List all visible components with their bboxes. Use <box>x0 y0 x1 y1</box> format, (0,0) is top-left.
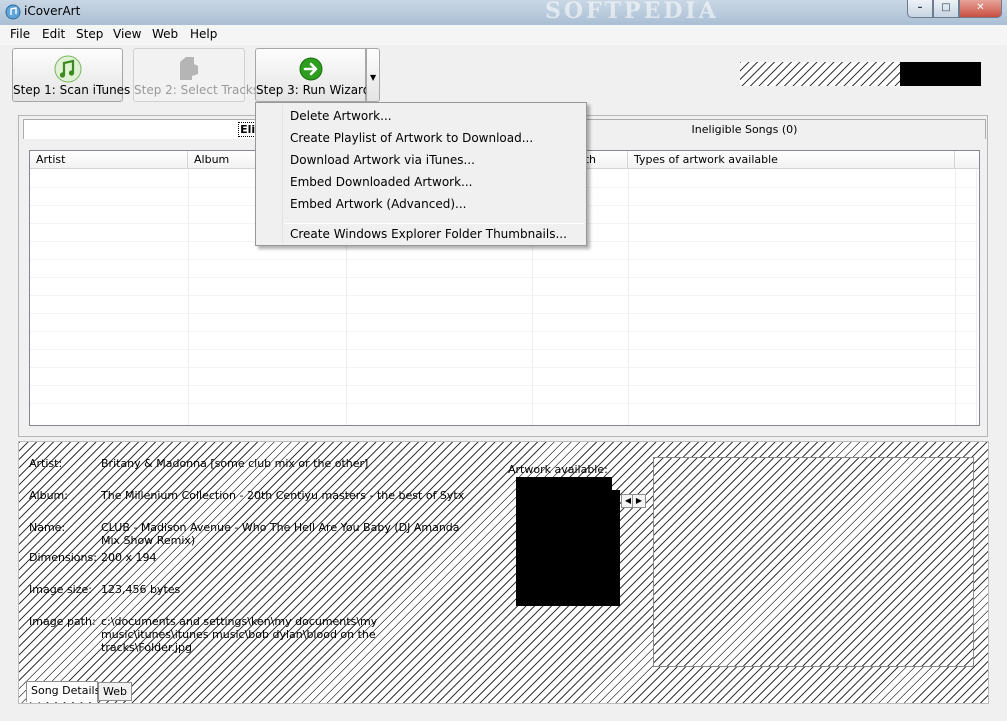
menu-edit[interactable]: Edit <box>42 27 65 41</box>
column-filler <box>955 151 979 169</box>
menu-item-download-artwork[interactable]: Download Artwork via iTunes... <box>290 153 475 167</box>
name-label: Name: <box>29 521 66 534</box>
menu-bar: File Edit Step View Web Help <box>0 25 1007 45</box>
grid-row-line <box>30 277 979 278</box>
title-bar: iCoverArt SOFTPEDIA – □ ✕ <box>0 0 1007 25</box>
menu-item-create-playlist[interactable]: Create Playlist of Artwork to Download..… <box>290 131 533 145</box>
grid-row-line <box>30 313 979 314</box>
close-icon: ✕ <box>976 2 985 13</box>
grid-row-line <box>30 403 979 404</box>
tab-web[interactable]: Web <box>98 682 132 701</box>
artwork-next-button[interactable]: ▶ <box>632 494 646 508</box>
grid-row-line <box>30 349 979 350</box>
window-title: iCoverArt <box>24 4 81 18</box>
minimize-icon: – <box>917 2 923 13</box>
tab-song-details[interactable]: Song Details <box>26 681 101 702</box>
menu-help[interactable]: Help <box>190 27 217 41</box>
menu-step[interactable]: Step <box>76 27 103 41</box>
column-artist[interactable]: Artist <box>30 151 188 169</box>
menu-file[interactable]: File <box>10 27 30 41</box>
progress-bar <box>740 62 900 86</box>
menu-item-delete-artwork[interactable]: Delete Artwork... <box>290 109 392 123</box>
run-wizard-label: Step 3: Run Wizard <box>256 83 371 97</box>
tab-web-label: Web <box>103 685 127 698</box>
artist-value: Britany & Madonna [some club mix or the … <box>101 457 369 470</box>
maximize-icon: □ <box>941 2 951 13</box>
artwork-preview <box>653 457 974 667</box>
arrow-right-icon <box>299 57 322 81</box>
menu-item-embed-downloaded[interactable]: Embed Downloaded Artwork... <box>290 175 473 189</box>
grid-line <box>188 169 189 425</box>
song-details-panel: Artist: Britany & Madonna [some club mix… <box>18 441 989 704</box>
scan-itunes-label: Step 1: Scan iTunes <box>13 83 131 97</box>
image-path-value: c:\documents and settings\ken\my documen… <box>101 615 378 654</box>
toolbar: Step 1: Scan iTunes Step 2: Select Track… <box>0 45 1007 107</box>
progress-fill <box>900 62 981 86</box>
tracks-icon <box>180 57 198 80</box>
close-button[interactable]: ✕ <box>959 0 1002 18</box>
menu-view[interactable]: View <box>113 27 141 41</box>
dimensions-value: 200 x 194 <box>101 551 157 564</box>
select-tracks-button[interactable]: Step 2: Select Tracks <box>133 48 260 102</box>
app-icon <box>5 4 21 20</box>
album-label: Album: <box>29 489 68 502</box>
minimize-button[interactable]: – <box>907 0 933 18</box>
chevron-left-icon: ◀ <box>624 496 632 505</box>
tab-ineligible-label: Ineligible Songs (0) <box>691 123 798 136</box>
image-path-label: Image path: <box>29 615 96 628</box>
menu-item-folder-thumbnails[interactable]: Create Windows Explorer Folder Thumbnail… <box>290 227 567 241</box>
grid-row-line <box>30 331 979 332</box>
menu-item-embed-advanced[interactable]: Embed Artwork (Advanced)... <box>290 197 466 211</box>
grid-line <box>955 169 956 425</box>
chevron-down-icon: ▼ <box>370 73 377 82</box>
grid-row-line <box>30 385 979 386</box>
name-value: CLUB - Madison Avenue - Who The Hell Are… <box>101 521 460 547</box>
menu-gutter <box>282 105 283 243</box>
artwork-thumbnail <box>516 477 620 606</box>
select-tracks-label: Step 2: Select Tracks <box>134 83 260 97</box>
watermark: SOFTPEDIA <box>545 0 719 24</box>
run-wizard-button[interactable]: Step 3: Run Wizard <box>255 48 371 102</box>
grid-row-line <box>30 259 979 260</box>
grid-line <box>628 169 629 425</box>
menu-separator <box>284 223 584 224</box>
run-wizard-dropdown-button[interactable]: ▼ <box>366 48 380 102</box>
artist-label: Artist: <box>29 457 63 470</box>
maximize-button[interactable]: □ <box>933 0 959 18</box>
artwork-available-label: Artwork available: <box>508 463 608 476</box>
image-size-value: 123,456 bytes <box>101 583 181 596</box>
scan-itunes-button[interactable]: Step 1: Scan iTunes <box>12 48 131 102</box>
grid-row-line <box>30 295 979 296</box>
album-value: The Millenium Collection - 20th Centiyu … <box>101 489 465 502</box>
chevron-right-icon: ▶ <box>635 496 643 505</box>
run-wizard-menu: Delete Artwork... Create Playlist of Art… <box>255 102 587 246</box>
dimensions-label: Dimensions: <box>29 551 97 564</box>
menu-web[interactable]: Web <box>152 27 178 41</box>
image-size-label: Image size: <box>29 583 92 596</box>
itunes-icon <box>54 55 81 83</box>
grid-row-line <box>30 367 979 368</box>
column-artwork-types[interactable]: Types of artwork available <box>628 151 955 169</box>
tab-song-details-label: Song Details <box>31 684 101 697</box>
grid-line <box>976 169 977 425</box>
